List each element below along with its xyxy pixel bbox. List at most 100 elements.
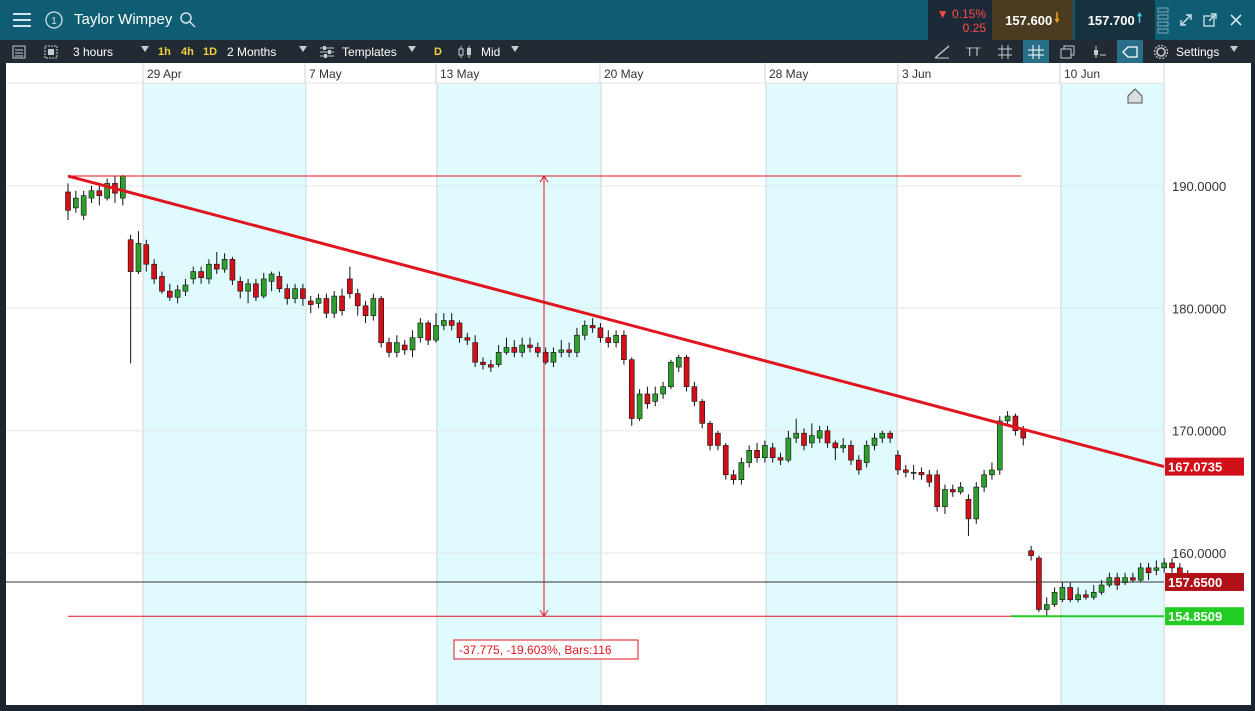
candle-down [339, 295, 345, 312]
price-tag-tool-button[interactable] [1117, 40, 1143, 63]
candle-down [628, 359, 635, 419]
candle-down [691, 386, 698, 402]
candle-down [151, 263, 157, 280]
indicator-icon[interactable] [1092, 40, 1106, 63]
candles-icon[interactable] [458, 40, 474, 63]
tf-1h-button[interactable]: 1h [158, 40, 171, 63]
candle-up [245, 283, 251, 292]
bid-down-arrow-icon: 🠗 [1054, 10, 1060, 25]
candle-down [534, 347, 541, 353]
candle-down [887, 432, 893, 439]
candle-down [903, 469, 909, 473]
candle-down [276, 276, 283, 290]
templates-icon[interactable] [320, 40, 334, 63]
ask-up-arrow-icon: 🠕 [1136, 10, 1143, 25]
d-badge[interactable]: D [434, 40, 442, 63]
candle-up [981, 474, 987, 488]
candle-up [879, 432, 886, 439]
candle-up [268, 273, 275, 282]
instrument-title[interactable]: Taylor Wimpey [74, 11, 172, 28]
candle-up [88, 190, 95, 199]
bid-price: 157.600 [1005, 12, 1053, 28]
candle-up [738, 462, 745, 481]
candle-up [793, 432, 799, 439]
candle-down [464, 337, 471, 341]
candle-down [96, 190, 103, 196]
candle-down [1169, 562, 1175, 569]
candle-up [910, 472, 917, 474]
candle-down [949, 489, 956, 493]
candle-up [417, 322, 424, 338]
templates-select[interactable]: Templates [342, 40, 422, 63]
interval-label: 3 hours [73, 44, 114, 59]
candle-down [300, 288, 306, 299]
candle-down [347, 278, 353, 294]
candle-down [926, 474, 933, 483]
session-band-3 [1061, 63, 1164, 705]
candle-down [965, 498, 972, 520]
price-type-caret-icon [511, 46, 519, 52]
popout-icon[interactable] [1196, 6, 1224, 34]
tf-1d-button[interactable]: 1D [203, 40, 217, 63]
x-tick-label: 29 Apr [147, 67, 182, 81]
candle-up [1075, 594, 1081, 601]
sell-price-button[interactable]: 157.600 🠗 [992, 0, 1073, 40]
x-tick-label: 7 May [309, 67, 342, 81]
candle-down [166, 290, 173, 298]
settings-menu[interactable]: Settings [1176, 40, 1248, 63]
crosshair-tool-button[interactable] [1023, 40, 1049, 63]
candle-up [1098, 584, 1105, 593]
candle-down [65, 191, 71, 211]
candle-up [809, 435, 815, 444]
candle-up [174, 289, 181, 298]
tf-4h-button[interactable]: 4h [181, 40, 194, 63]
candle-down [1067, 587, 1074, 601]
candle-down [621, 334, 627, 361]
candle-up [613, 334, 619, 343]
range-select[interactable]: 2 Months [227, 40, 309, 63]
chart-area[interactable]: 29 Apr 7 May 13 May 20 May 28 May 3 Jun 10 Jun… [6, 63, 1251, 705]
candle-up [785, 437, 792, 461]
candle-up [519, 344, 525, 353]
candle-up [1043, 604, 1050, 610]
candle-down [237, 281, 244, 292]
candle-up [989, 469, 995, 476]
candle-down [1020, 430, 1027, 439]
y-tick-label: 170.0000 [1172, 424, 1226, 439]
candle-up [762, 445, 768, 458]
draw-line-icon[interactable] [934, 40, 950, 63]
hash-grid-icon[interactable] [998, 40, 1012, 63]
price-change-box: ▼ 0.15% 0.25 [928, 0, 992, 40]
x-tick-label: 20 May [604, 67, 643, 81]
candle-down [769, 447, 776, 458]
settings-gear-icon[interactable] [1154, 40, 1168, 63]
link-group-icon[interactable]: 1 [40, 6, 68, 34]
grid-layout-icon[interactable] [44, 40, 58, 63]
depth-icon[interactable] [1157, 6, 1169, 34]
candle-down [362, 305, 369, 316]
list-icon[interactable] [12, 40, 26, 63]
candle-up [409, 337, 416, 351]
candle-down [198, 271, 204, 278]
y-tick-label: 160.0000 [1172, 546, 1226, 561]
down-arrow-icon: ▼ [936, 7, 949, 21]
interval-select[interactable]: 3 hours [73, 40, 149, 63]
copy-icon[interactable] [1060, 40, 1076, 63]
candle-up [558, 349, 565, 353]
candle-down [1036, 557, 1042, 610]
price-type-select[interactable]: Mid [481, 40, 521, 63]
close-icon[interactable] [1222, 6, 1250, 34]
candle-down [1145, 567, 1152, 574]
menu-icon[interactable] [8, 6, 36, 34]
candle-up [315, 298, 322, 304]
candle-down [801, 432, 807, 446]
measure-label: -37.775, -19.603%, Bars:116 [459, 643, 612, 657]
settings-caret-icon [1230, 46, 1238, 52]
text-tool-button[interactable]: TT [966, 40, 981, 63]
price-chart-svg[interactable]: 29 Apr 7 May 13 May 20 May 28 May 3 Jun 10 Jun… [6, 63, 1251, 705]
candle-up [495, 352, 502, 365]
session-band-0 [143, 63, 306, 705]
search-icon[interactable] [180, 12, 196, 33]
candle-up [636, 393, 643, 419]
buy-price-button[interactable]: 157.700 🠕 [1075, 0, 1155, 40]
